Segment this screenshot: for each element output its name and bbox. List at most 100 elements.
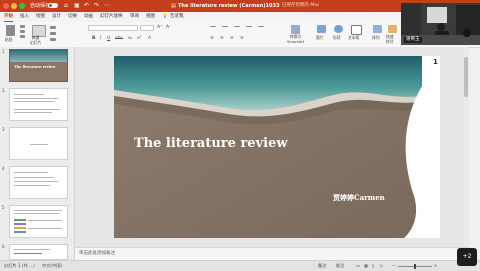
font-name-select[interactable] — [88, 25, 138, 31]
video-call-window[interactable]: 谢菁玉 — [401, 3, 480, 45]
zoom-slider-thumb[interactable] — [414, 263, 416, 269]
slide-thumbnail-3[interactable] — [9, 127, 68, 160]
tab-tell-me[interactable]: 告诉我 — [170, 12, 184, 22]
strikethrough-icon[interactable]: abc — [115, 36, 123, 42]
superscript-icon[interactable]: x² — [137, 36, 141, 42]
outdent-icon[interactable] — [246, 26, 252, 27]
thumb-text-line — [14, 109, 60, 110]
picture-label[interactable]: 图片 — [316, 35, 324, 41]
current-slide[interactable]: The literature review 贾婷婷Carmen 1 — [114, 56, 440, 238]
paste-button-label[interactable]: 粘贴 — [5, 37, 13, 43]
font-size-select[interactable] — [140, 25, 154, 31]
numbering-icon[interactable] — [222, 26, 228, 27]
smartart-icon[interactable] — [291, 25, 300, 34]
thumb-text-line — [14, 177, 54, 178]
vertical-scrollbar[interactable] — [463, 47, 469, 247]
align-left-icon[interactable]: ≡ — [210, 36, 214, 42]
zoom-window-button[interactable] — [19, 3, 25, 9]
thumb-text-line — [30, 144, 48, 145]
home-icon[interactable]: ⌂ — [64, 1, 68, 11]
autosave-label: 自动保存 — [30, 3, 51, 9]
tab-insert[interactable]: 插入 — [20, 12, 29, 22]
shrink-font-icon[interactable]: A⁻ — [166, 25, 171, 30]
thumb-title: The literature review — [14, 65, 56, 69]
slide-thumbnail-5[interactable] — [9, 205, 68, 238]
underline-icon[interactable]: U — [107, 36, 110, 42]
slide-thumbnail-2[interactable] — [9, 88, 68, 121]
bullets-icon[interactable] — [210, 26, 216, 27]
undo-icon[interactable]: ↶ — [84, 1, 89, 11]
tab-home[interactable]: 开始 — [4, 12, 13, 22]
slide-editor-canvas[interactable]: The literature review 贾婷婷Carmen 1 — [75, 47, 463, 247]
close-window-button[interactable] — [3, 3, 9, 9]
tab-slideshow[interactable]: 幻灯片放映 — [100, 12, 123, 22]
redo-icon[interactable]: ↷ — [94, 1, 99, 11]
convert-smartart-label[interactable]: 转换为 SmartArt — [287, 34, 304, 44]
status-bar: 幻灯片 1 (共 …) 中文(中国) 备注 批注 ▭ ▦ ▯ ▷ − + — [0, 260, 480, 271]
thumb-highlight-yellow — [14, 227, 26, 229]
thumb-text-line — [28, 228, 62, 229]
quick-style-label[interactable]: 快速 样式 — [386, 34, 394, 44]
thumb-number: 3 — [2, 127, 5, 132]
line-spacing-icon[interactable] — [258, 26, 264, 27]
arrange-icon[interactable] — [373, 25, 382, 33]
slide-thumbnail-6[interactable] — [9, 244, 68, 260]
lightbulb-icon: 💡 — [162, 14, 168, 19]
italic-icon[interactable]: I — [100, 36, 101, 42]
thumb-text-line — [14, 98, 58, 99]
tab-review[interactable]: 审阅 — [130, 12, 139, 22]
slide-thumbnail-1[interactable]: The literature review — [9, 49, 68, 82]
textbox-label[interactable]: 文本框 — [348, 35, 359, 41]
pptx-file-icon: ▤ — [171, 3, 176, 9]
subscript-icon[interactable]: x₂ — [128, 36, 132, 42]
thumb-number: 2 — [2, 88, 5, 93]
align-center-icon[interactable]: ≡ — [220, 36, 224, 42]
slide-author[interactable]: 贾婷婷Carmen — [333, 193, 385, 203]
scrollbar-thumb[interactable] — [464, 57, 468, 97]
thumb-text-line — [14, 249, 50, 250]
thumb-sea-image — [10, 50, 67, 62]
notes-placeholder: 单击此处添加备注 — [79, 251, 115, 256]
arrange-label[interactable]: 排列 — [372, 35, 380, 41]
minimize-window-button[interactable] — [11, 3, 17, 9]
tab-design[interactable]: 设计 — [52, 12, 61, 22]
indent-icon[interactable] — [234, 26, 240, 27]
bold-icon[interactable]: B — [92, 36, 95, 42]
slide-number: 1 — [433, 58, 438, 66]
thumb-text-line — [14, 181, 58, 182]
justify-icon[interactable]: ≡ — [240, 36, 244, 42]
autosave-toggle[interactable] — [48, 3, 58, 8]
thumb-highlight-purple — [14, 223, 26, 225]
more-icon[interactable]: ⋯ — [104, 1, 110, 11]
notes-pane[interactable]: 单击此处添加备注 — [75, 247, 469, 260]
thumb-number: 6 — [2, 244, 5, 249]
thumb-text-line — [28, 220, 62, 221]
slide-title[interactable]: The literature review — [134, 136, 288, 151]
cut-icon[interactable] — [20, 25, 25, 28]
font-color-icon[interactable]: A — [148, 36, 151, 42]
layout-icon[interactable] — [50, 26, 56, 29]
copy-icon[interactable] — [20, 30, 25, 33]
paste-icon[interactable] — [6, 25, 15, 36]
new-slide-label[interactable]: 新建 幻灯片 — [30, 35, 41, 45]
quick-style-icon[interactable] — [388, 25, 397, 33]
tab-draw[interactable]: 绘图 — [36, 12, 45, 22]
tab-view[interactable]: 视图 — [146, 12, 155, 22]
picture-icon[interactable] — [317, 25, 326, 33]
reset-icon[interactable] — [50, 32, 56, 35]
section-icon[interactable] — [50, 38, 56, 41]
tab-animations[interactable]: 动画 — [84, 12, 93, 22]
grow-font-icon[interactable]: A⁺ — [157, 25, 162, 30]
document-title: The literature review (Carmen)1033 — [178, 3, 280, 9]
shape-label[interactable]: 形状 — [333, 35, 341, 41]
textbox-icon[interactable] — [351, 25, 362, 35]
shape-icon[interactable] — [334, 25, 343, 33]
align-right-icon[interactable]: ≡ — [230, 36, 234, 42]
tab-transitions[interactable]: 切换 — [68, 12, 77, 22]
format-painter-icon[interactable] — [20, 35, 25, 38]
slide-thumbnail-4[interactable] — [9, 166, 68, 199]
more-participants-badge[interactable]: +2 — [457, 248, 477, 266]
powerpoint-window: 自动保存 ⌂ ▣ ↶ ↷ ⋯ ▤ The literature review (… — [0, 0, 480, 271]
thumb-text-line — [14, 213, 60, 214]
save-icon[interactable]: ▣ — [74, 1, 80, 11]
